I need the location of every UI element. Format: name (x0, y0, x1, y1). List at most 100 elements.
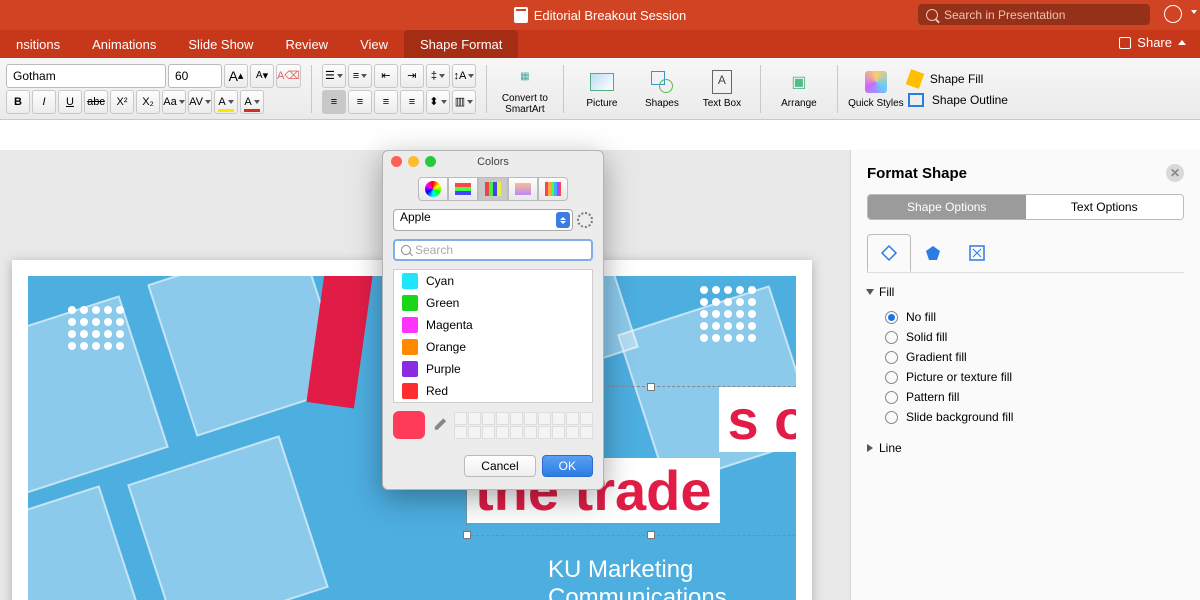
align-center-button[interactable]: ≡ (348, 90, 372, 114)
clear-format-button[interactable]: A⌫ (276, 64, 301, 88)
align-left-button[interactable]: ≡ (322, 90, 346, 114)
shape-outline-label: Shape Outline (932, 93, 1008, 107)
text-options-tab[interactable]: Text Options (1026, 195, 1184, 219)
close-icon[interactable] (391, 156, 402, 167)
fill-option[interactable]: No fill (885, 307, 1184, 327)
current-color-swatch[interactable] (393, 411, 425, 439)
shape-outline-button[interactable]: Shape Outline (908, 93, 1010, 107)
color-row[interactable]: Orange (394, 336, 592, 358)
tab-review[interactable]: Review (269, 30, 344, 58)
tab-view[interactable]: View (344, 30, 404, 58)
picture-button[interactable]: Picture (574, 62, 630, 116)
picture-icon (590, 73, 614, 91)
tab-shape-format[interactable]: Shape Format (404, 30, 518, 58)
color-row[interactable]: Magenta (394, 314, 592, 336)
color-row[interactable]: Cyan (394, 270, 592, 292)
decrease-font-button[interactable]: A▾ (250, 64, 274, 88)
size-tab[interactable] (955, 234, 999, 272)
convert-smartart-button[interactable]: ▦ Convert to SmartArt (497, 62, 553, 116)
fill-option[interactable]: Pattern fill (885, 387, 1184, 407)
shape-options-tab[interactable]: Shape Options (868, 195, 1026, 219)
fill-option[interactable]: Solid fill (885, 327, 1184, 347)
share-label: Share (1137, 35, 1172, 50)
close-icon[interactable]: ✕ (1166, 164, 1184, 182)
cancel-button[interactable]: Cancel (464, 455, 535, 477)
fill-option[interactable]: Gradient fill (885, 347, 1184, 367)
underline-button[interactable]: U (58, 90, 82, 114)
align-vert-button[interactable]: ⬍ (426, 90, 450, 114)
justify-button[interactable]: ≡ (400, 90, 424, 114)
eyedropper-icon[interactable] (431, 416, 448, 434)
color-pencils-mode[interactable] (538, 177, 568, 201)
line-section-header[interactable]: Line (867, 435, 1184, 461)
fill-section-header[interactable]: Fill (867, 279, 1184, 305)
window-controls[interactable] (391, 156, 436, 167)
color-sliders-mode[interactable] (448, 177, 478, 201)
color-palettes-mode[interactable] (478, 177, 508, 201)
tab-slideshow[interactable]: Slide Show (172, 30, 269, 58)
search-input[interactable]: Search in Presentation (918, 4, 1150, 25)
resize-handle[interactable] (647, 531, 655, 539)
color-swatch (402, 317, 418, 333)
line-spacing-button[interactable]: ‡ (426, 64, 450, 88)
title-line-1: s of (719, 387, 796, 452)
increase-indent-button[interactable]: ⇥ (400, 64, 424, 88)
gear-icon[interactable] (577, 212, 593, 228)
resize-handle[interactable] (647, 383, 655, 391)
bold-button[interactable]: B (6, 90, 30, 114)
fill-option-label: Slide background fill (906, 410, 1013, 424)
color-list: CyanGreenMagentaOrangePurpleRedYellow (393, 269, 593, 403)
color-wheel-mode[interactable] (418, 177, 448, 201)
color-image-mode[interactable] (508, 177, 538, 201)
shape-fill-button[interactable]: Shape Fill (908, 71, 1010, 87)
palette-select[interactable]: Apple (393, 209, 573, 231)
resize-handle[interactable] (463, 531, 471, 539)
share-button[interactable]: Share (1119, 35, 1186, 50)
highlight-button[interactable]: A (214, 90, 238, 114)
color-swatch (402, 383, 418, 399)
shapes-button[interactable]: Shapes (634, 62, 690, 116)
effects-tab[interactable] (911, 234, 955, 272)
color-row[interactable]: Red (394, 380, 592, 402)
align-right-button[interactable]: ≡ (374, 90, 398, 114)
columns-button[interactable]: ▥ (452, 90, 476, 114)
strikethrough-button[interactable]: abc (84, 90, 108, 114)
feedback-icon[interactable] (1164, 5, 1182, 23)
ok-button[interactable]: OK (542, 455, 593, 477)
separator (563, 65, 564, 113)
color-swatch (402, 361, 418, 377)
color-row[interactable]: Green (394, 292, 592, 314)
fill-option[interactable]: Slide background fill (885, 407, 1184, 427)
font-size-select[interactable]: 60 (168, 64, 222, 88)
superscript-button[interactable]: X² (110, 90, 134, 114)
increase-font-button[interactable]: A▴ (224, 64, 248, 88)
fill-line-tab[interactable] (867, 234, 911, 272)
radio-icon (885, 331, 898, 344)
color-row[interactable]: Purple (394, 358, 592, 380)
font-color-button[interactable]: A (240, 90, 264, 114)
subscript-button[interactable]: X₂ (136, 90, 160, 114)
textbox-button[interactable]: Text Box (694, 62, 750, 116)
tab-transitions[interactable]: nsitions (0, 30, 76, 58)
color-search-input[interactable]: Search (393, 239, 593, 261)
tab-animations[interactable]: Animations (76, 30, 172, 58)
format-shape-panel: Format Shape ✕ Shape Options Text Option… (850, 150, 1200, 600)
colors-titlebar[interactable]: Colors (383, 151, 603, 173)
title-dropdown-icon[interactable] (1191, 10, 1197, 14)
recent-colors-grid[interactable] (454, 412, 593, 439)
fill-option[interactable]: Picture or texture fill (885, 367, 1184, 387)
decrease-indent-button[interactable]: ⇤ (374, 64, 398, 88)
zoom-icon[interactable] (425, 156, 436, 167)
change-case-button[interactable]: Aa (162, 90, 186, 114)
bullets-button[interactable]: ☰ (322, 64, 346, 88)
minimize-icon[interactable] (408, 156, 419, 167)
color-row[interactable]: Yellow (394, 402, 592, 403)
arrange-button[interactable]: ▣Arrange (771, 62, 827, 116)
font-select[interactable]: Gotham (6, 64, 166, 88)
text-direction-button[interactable]: ↕A (452, 64, 476, 88)
arrange-label: Arrange (781, 98, 817, 109)
numbering-button[interactable]: ≡ (348, 64, 372, 88)
quick-styles-button[interactable]: Quick Styles (848, 62, 904, 116)
char-spacing-button[interactable]: AV (188, 90, 212, 114)
italic-button[interactable]: I (32, 90, 56, 114)
